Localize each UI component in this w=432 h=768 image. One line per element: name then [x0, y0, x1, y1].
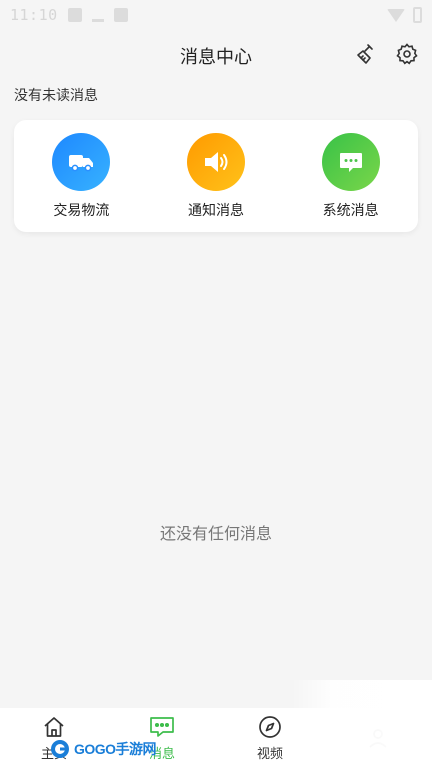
- category-label: 交易物流: [53, 201, 110, 218]
- watermark-logo-icon: [51, 740, 69, 758]
- download-notification-icon: [91, 8, 104, 22]
- category-label: 通知消息: [187, 201, 244, 218]
- category-icon-circle: [186, 132, 245, 191]
- wifi-icon: [387, 8, 405, 22]
- category-notifications[interactable]: 通知消息: [161, 132, 271, 220]
- status-time: 11:10: [10, 6, 58, 24]
- settings-button[interactable]: [394, 41, 420, 67]
- clear-messages-button[interactable]: [354, 41, 380, 67]
- category-trade-logistics[interactable]: 交易物流: [26, 132, 136, 220]
- gear-icon: [396, 43, 418, 65]
- empty-state-text: 还没有任何消息: [159, 526, 272, 543]
- home-icon: [44, 716, 64, 737]
- status-system-icons: [387, 7, 422, 23]
- page-title: 消息中心: [180, 47, 252, 67]
- message-icon: [150, 716, 174, 737]
- message-category-card: 交易物流 通知消息 系统消息: [14, 120, 418, 232]
- image-notification-icon: [67, 8, 82, 22]
- category-label: 系统消息: [322, 201, 379, 218]
- app-notification-icon: [113, 8, 128, 22]
- header: 消息中心: [0, 36, 432, 76]
- truck-icon: [69, 154, 94, 171]
- category-system[interactable]: 系统消息: [296, 132, 406, 220]
- header-actions: [354, 41, 420, 67]
- category-icon-circle: [321, 132, 380, 191]
- chat-bubble-icon: [339, 152, 362, 172]
- status-bar: 11:10: [0, 0, 432, 30]
- corner-fade-overlay: [292, 680, 432, 768]
- broom-icon: [357, 44, 373, 64]
- status-notification-icons: [67, 8, 128, 22]
- unread-status-text: 没有未读消息: [14, 87, 98, 103]
- battery-icon: [413, 7, 422, 23]
- category-icon-circle: [52, 132, 111, 191]
- compass-icon: [259, 715, 281, 738]
- speaker-icon: [204, 151, 228, 172]
- watermark: GOGO手游网: [50, 738, 157, 760]
- tab-label: 视频: [256, 745, 283, 761]
- watermark-text: GOGO手游网: [74, 741, 157, 757]
